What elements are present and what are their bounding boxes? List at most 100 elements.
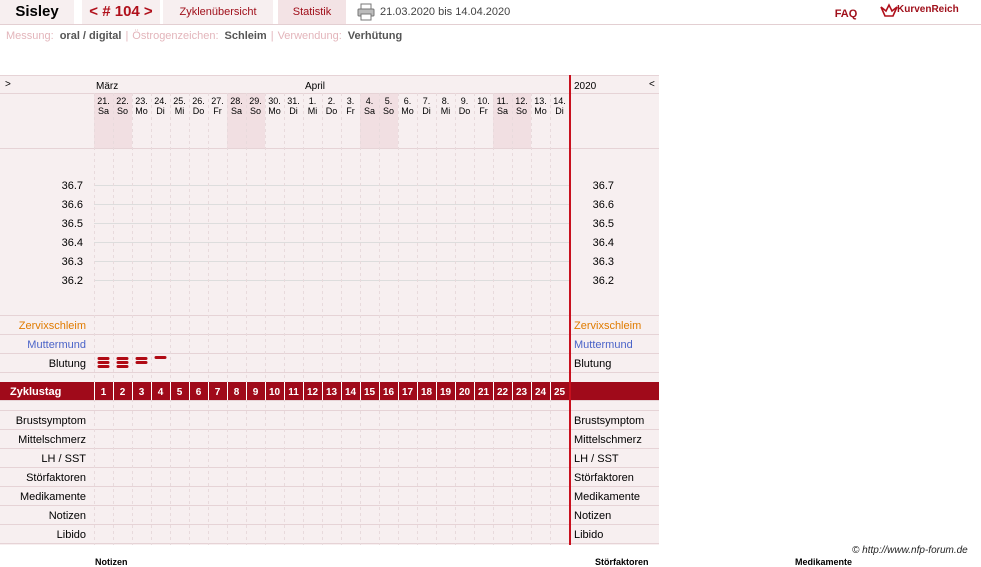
cycle-day-number: 22 [497,387,509,398]
scroll-right-arrow[interactable]: < [649,79,655,90]
temp-label-right: 36.3 [593,256,614,268]
today-divider [569,75,571,545]
cycle-day-number: 15 [364,387,376,398]
cycle-day-number: 13 [326,387,338,398]
footer-medication-heading: Medikamente [795,557,853,567]
day-weekday: Mo [401,106,414,116]
day-number: 2. [328,96,336,106]
day-weekday: Di [289,106,298,116]
month-label-april: April [305,81,325,92]
footer-disturbances-heading: Störfaktoren [595,557,649,567]
day-weekday: Sa [497,106,508,116]
row-label-right: Mittelschmerz [574,434,642,446]
day-number: 24. [154,96,167,106]
cycle-day-number: 16 [383,387,395,398]
bleeding-mark [97,357,110,360]
cycle-day-number: 7 [215,387,221,398]
cycle-day-number: 17 [402,387,414,398]
day-weekday: Di [555,106,564,116]
day-number: 13. [534,96,547,106]
row-label-left: Störfaktoren [26,472,86,484]
row-label-left: Libido [57,529,86,541]
day-weekday: Mo [135,106,148,116]
day-number: 30. [268,96,281,106]
day-weekday: Do [326,106,338,116]
row-label-left: Medikamente [20,491,86,503]
cycle-chart[interactable]: 36.7 36.736.6 36.636.5 36.536.4 36.436.3 36.3… [0,0,981,563]
month-label-march: März [96,81,118,92]
day-number: 31. [287,96,300,106]
cycle-day-number: 19 [440,387,452,398]
cycle-day-number: 6 [196,387,202,398]
row-label-right: Blutung [574,358,611,370]
temp-label-left: 36.4 [62,237,83,249]
day-number: 22. [116,96,129,106]
day-weekday: So [383,106,394,116]
bleeding-mark [154,356,167,359]
day-weekday: Di [422,106,431,116]
day-weekday: So [250,106,261,116]
cycle-day-number: 11 [288,387,299,398]
temp-label-left: 36.2 [62,275,83,287]
row-label-right: Störfaktoren [574,472,634,484]
day-weekday: Fr [346,106,355,116]
row-label-right: Muttermund [574,339,633,351]
day-number: 5. [385,96,393,106]
cycle-day-number: 18 [421,387,433,398]
temp-label-right: 36.2 [593,275,614,287]
day-number: 28. [230,96,243,106]
day-weekday: Di [156,106,165,116]
row-label-left: Muttermund [27,339,86,351]
day-number: 26. [192,96,205,106]
day-number: 11. [497,96,509,106]
day-number: 3. [347,96,355,106]
bleeding-mark [116,361,129,364]
day-weekday: Fr [213,106,222,116]
cycle-day-number: 24 [535,387,547,398]
row-label-left: Brustsymptom [16,415,86,427]
day-number: 12. [515,96,528,106]
cycle-day-number: 9 [253,387,259,398]
bleeding-mark [116,357,129,360]
cycle-day-number: 25 [554,387,566,398]
cycle-day-number: 2 [120,387,126,398]
temp-label-right: 36.7 [593,180,614,192]
cycle-day-number: 5 [177,387,183,398]
cycle-day-number: 10 [269,387,281,398]
scroll-left-arrow[interactable]: > [5,79,11,90]
bleeding-mark [97,365,110,368]
bleeding-mark [116,365,129,368]
cycle-day-number: 4 [158,387,164,398]
day-number: 9. [461,96,469,106]
day-weekday: Fr [479,106,488,116]
day-number: 10. [477,96,490,106]
day-weekday: Mo [534,106,547,116]
day-number: 27. [211,96,224,106]
temp-label-left: 36.6 [62,199,83,211]
cycle-day-number: 21 [478,387,490,398]
day-weekday: Sa [231,106,242,116]
temp-label-left: 36.7 [62,180,83,192]
day-number: 29. [249,96,262,106]
temp-label-left: 36.5 [62,218,83,230]
temp-label-left: 36.3 [62,256,83,268]
day-number: 23. [135,96,148,106]
day-weekday: Do [193,106,205,116]
day-number: 14. [553,96,566,106]
cycle-day-number: 3 [139,387,145,398]
day-weekday: Mi [175,106,185,116]
year-label: 2020 [574,81,597,92]
row-label-right: Notizen [574,510,611,522]
row-label-right: Brustsymptom [574,415,644,427]
bleeding-mark [135,357,148,360]
day-weekday: Sa [364,106,375,116]
day-number: 1. [309,96,317,106]
row-label-left: Notizen [49,510,86,522]
cycle-day-number: 14 [345,387,357,398]
cycle-day-number: 23 [516,387,528,398]
row-label-right: LH / SST [574,453,619,465]
footer-notes-heading: Notizen [95,557,128,567]
day-number: 21. [97,96,110,106]
day-number: 4. [366,96,374,106]
day-weekday: Mo [268,106,281,116]
